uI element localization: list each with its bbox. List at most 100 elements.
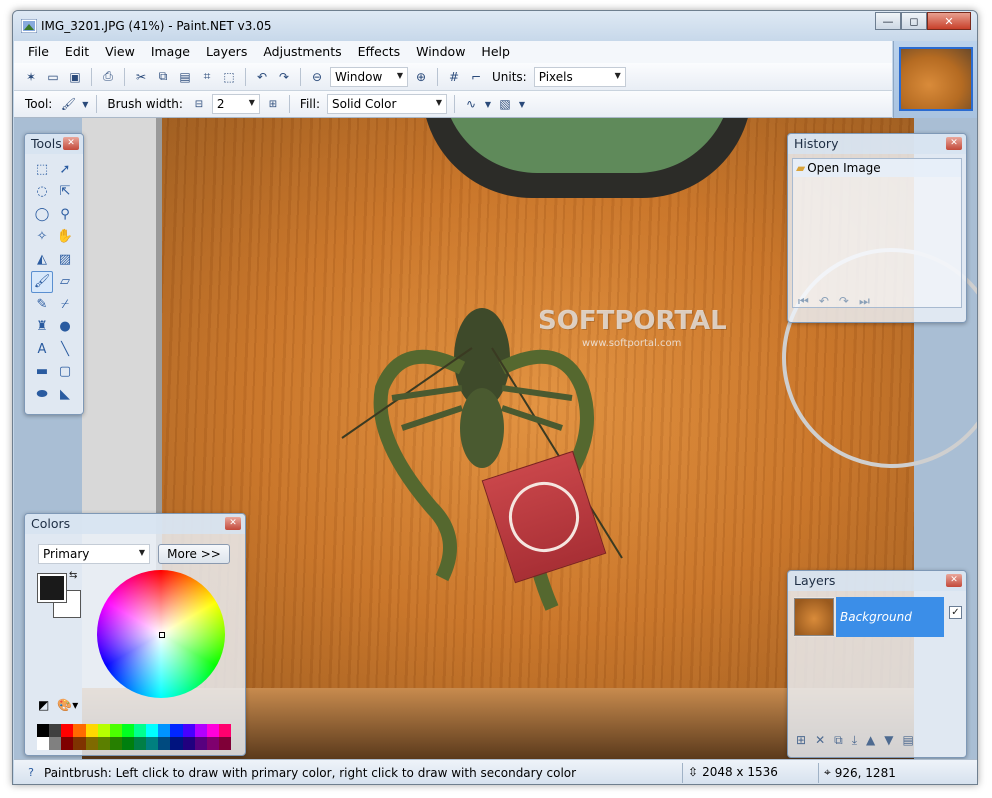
palette-swatch[interactable]: [182, 737, 195, 750]
more-colors-button[interactable]: More >>: [158, 544, 230, 564]
menu-window[interactable]: Window: [408, 41, 473, 63]
rectangle-icon[interactable]: ▬: [31, 361, 53, 384]
duplicate-layer-icon[interactable]: ⧉: [834, 733, 843, 748]
rulers-icon[interactable]: ⌐: [467, 68, 485, 86]
color-mode-combo[interactable]: Primary ▼: [38, 544, 150, 564]
palette-swatch[interactable]: [61, 737, 74, 750]
fill-combo[interactable]: Solid Color ▼: [327, 94, 447, 114]
paste-icon[interactable]: ▤: [176, 68, 194, 86]
chevron-down-icon[interactable]: ▼: [518, 95, 526, 113]
palette-swatch[interactable]: [182, 724, 195, 737]
close-icon[interactable]: ✕: [946, 574, 962, 587]
line-curve-icon[interactable]: ╲: [54, 338, 76, 361]
lasso-select-icon[interactable]: ◌: [31, 181, 53, 204]
menu-file[interactable]: File: [20, 41, 57, 63]
layer-row[interactable]: Background: [794, 597, 944, 637]
crop-icon[interactable]: ⌗: [198, 68, 216, 86]
save-icon[interactable]: ▣: [66, 68, 84, 86]
palette-swatch[interactable]: [218, 724, 231, 737]
palette-swatch[interactable]: [134, 724, 147, 737]
paint-bucket-icon[interactable]: ◭: [31, 248, 53, 271]
move-layer-down-icon[interactable]: ▼: [884, 733, 893, 748]
palette-swatch[interactable]: [121, 724, 134, 737]
decrease-icon[interactable]: ⊟: [190, 95, 208, 113]
pan-hand-icon[interactable]: ✋: [54, 226, 76, 249]
palette-swatch[interactable]: [170, 737, 183, 750]
merge-layer-icon[interactable]: ⤓: [852, 733, 857, 748]
zoom-icon[interactable]: ⚲: [54, 203, 76, 226]
menu-effects[interactable]: Effects: [350, 41, 409, 63]
palette-swatch[interactable]: [97, 724, 110, 737]
palette-swatch[interactable]: [194, 737, 207, 750]
gradient-icon[interactable]: ▨: [54, 248, 76, 271]
color-picker-icon[interactable]: ⌿: [54, 293, 76, 316]
new-file-icon[interactable]: ✶: [22, 68, 40, 86]
recolor-icon[interactable]: ●: [54, 316, 76, 339]
palette-swatch[interactable]: [109, 737, 122, 750]
increase-icon[interactable]: ⊞: [264, 95, 282, 113]
freeform-shape-icon[interactable]: ◣: [54, 383, 76, 406]
zoom-combo[interactable]: Window ▼: [330, 66, 408, 87]
layer-properties-icon[interactable]: ▤: [902, 733, 913, 748]
clone-stamp-icon[interactable]: ♜: [31, 316, 53, 339]
palette-swatch[interactable]: [97, 737, 110, 750]
palette-swatch[interactable]: [121, 737, 134, 750]
image-thumbnail[interactable]: [899, 47, 973, 111]
history-item[interactable]: ▰ Open Image: [793, 159, 961, 177]
rectangle-select-icon[interactable]: ⬚: [31, 158, 53, 181]
print-icon[interactable]: ⎙: [99, 68, 117, 86]
menu-layers[interactable]: Layers: [198, 41, 255, 63]
palette-swatch[interactable]: [194, 724, 207, 737]
palette-swatch[interactable]: [146, 724, 159, 737]
palette-swatch[interactable]: [49, 724, 62, 737]
palette-swatch[interactable]: [61, 724, 74, 737]
close-icon[interactable]: ✕: [63, 137, 79, 150]
ellipse-icon[interactable]: ⬬: [31, 383, 53, 406]
redo-icon[interactable]: ↷: [839, 294, 849, 309]
close-icon[interactable]: ✕: [225, 517, 241, 530]
palette-swatch[interactable]: [134, 737, 147, 750]
palette-swatch[interactable]: [158, 724, 171, 737]
fast-forward-icon[interactable]: ⏭: [859, 294, 870, 309]
pencil-icon[interactable]: ✎: [31, 293, 53, 316]
ellipse-select-icon[interactable]: ◯: [31, 203, 53, 226]
palette-menu-icon[interactable]: 🎨▾: [57, 698, 78, 712]
palette-swatch[interactable]: [85, 737, 98, 750]
palette-swatch[interactable]: [158, 737, 171, 750]
palette-swatch[interactable]: [37, 737, 50, 750]
menu-edit[interactable]: Edit: [57, 41, 97, 63]
palette-swatch[interactable]: [37, 724, 50, 737]
move-selection-outline-icon[interactable]: ⇱: [54, 181, 76, 204]
palette-swatch[interactable]: [206, 724, 219, 737]
undo-icon[interactable]: ↶: [253, 68, 271, 86]
magic-wand-icon[interactable]: ✧: [31, 226, 53, 249]
palette-swatch[interactable]: [218, 737, 231, 750]
maximize-button[interactable]: ◻: [901, 12, 927, 30]
palette-swatch[interactable]: [109, 724, 122, 737]
undo-icon[interactable]: ↶: [819, 294, 829, 309]
palette-swatch[interactable]: [73, 737, 86, 750]
antialiasing-icon[interactable]: ∿: [462, 95, 480, 113]
chevron-down-icon[interactable]: ▼: [484, 95, 492, 113]
palette-swatch[interactable]: [206, 737, 219, 750]
grid-icon[interactable]: #: [445, 68, 463, 86]
blend-mode-icon[interactable]: ▧: [496, 95, 514, 113]
units-combo[interactable]: Pixels ▼: [533, 66, 626, 87]
minimize-button[interactable]: —: [875, 12, 901, 30]
menu-adjustments[interactable]: Adjustments: [255, 41, 349, 63]
copy-icon[interactable]: ⧉: [154, 68, 172, 86]
text-icon[interactable]: A: [31, 338, 53, 361]
brush-width-combo[interactable]: 2 ▼: [211, 94, 260, 114]
reset-colors-icon[interactable]: ◩: [38, 698, 49, 712]
move-layer-up-icon[interactable]: ▲: [866, 733, 875, 748]
palette-swatch[interactable]: [146, 737, 159, 750]
palette-swatch[interactable]: [49, 737, 62, 750]
layer-visibility-checkbox[interactable]: ✓: [949, 606, 962, 619]
menu-view[interactable]: View: [97, 41, 143, 63]
palette-swatch[interactable]: [73, 724, 86, 737]
palette-swatch[interactable]: [170, 724, 183, 737]
close-button[interactable]: ✕: [927, 12, 971, 30]
menu-image[interactable]: Image: [143, 41, 198, 63]
canvas-area[interactable]: SOFTPORTAL www.softportal.com Tools ✕ ⬚ …: [14, 118, 977, 759]
close-icon[interactable]: ✕: [946, 137, 962, 150]
